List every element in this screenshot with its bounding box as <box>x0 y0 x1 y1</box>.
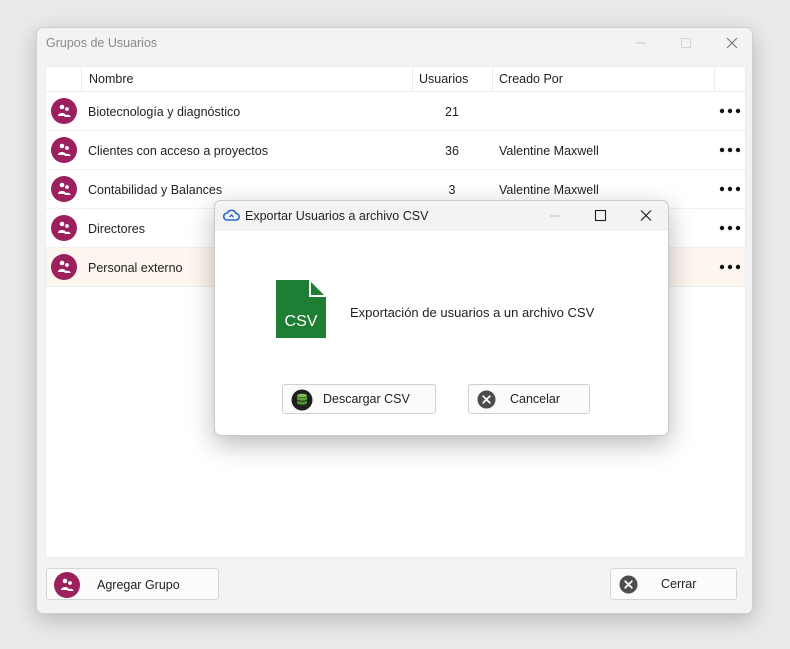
download-csv-label: Descargar CSV <box>323 392 410 406</box>
group-created-by: Valentine Maxwell <box>499 183 599 197</box>
dialog-titlebar: Exportar Usuarios a archivo CSV <box>215 201 668 231</box>
group-users-icon <box>54 572 80 598</box>
group-name: Biotecnología y diagnóstico <box>88 105 241 119</box>
group-name: Contabilidad y Balances <box>88 183 223 197</box>
group-created-by: Valentine Maxwell <box>499 144 599 158</box>
close-circle-icon <box>477 390 496 412</box>
group-users-icon <box>51 254 77 280</box>
window-titlebar: Grupos de Usuarios <box>37 28 752 58</box>
download-csv-button[interactable]: Descargar CSV <box>282 384 436 414</box>
table-row[interactable]: Clientes con acceso a proyectos 36 Valen… <box>46 131 745 170</box>
cancel-label: Cancelar <box>510 392 561 406</box>
close-icon <box>640 210 652 221</box>
table-header: Nombre Usuarios Creado Por <box>46 67 745 92</box>
minimize-icon <box>550 215 560 217</box>
dialog-minimize-button[interactable] <box>545 208 565 227</box>
column-header-users[interactable]: Usuarios <box>419 72 468 86</box>
dialog-close-button[interactable] <box>636 208 656 227</box>
group-users-icon <box>51 176 77 202</box>
group-name: Directores <box>88 222 145 236</box>
group-users-icon <box>51 137 77 163</box>
database-icon <box>291 389 313 414</box>
add-group-button[interactable]: Agregar Grupo <box>46 568 219 600</box>
maximize-button[interactable] <box>675 34 697 52</box>
close-button[interactable]: Cerrar <box>610 568 737 600</box>
column-separator <box>81 67 82 91</box>
cancel-button[interactable]: Cancelar <box>468 384 590 414</box>
more-dots-icon[interactable] <box>718 178 742 200</box>
csv-file-icon: CSV <box>275 279 327 342</box>
close-label: Cerrar <box>661 577 697 591</box>
add-group-label: Agregar Grupo <box>97 578 180 592</box>
column-separator <box>492 67 493 91</box>
window-close-button[interactable] <box>721 34 743 52</box>
column-header-name[interactable]: Nombre <box>89 72 133 86</box>
group-users-icon <box>51 215 77 241</box>
more-dots-icon[interactable] <box>718 139 742 161</box>
close-icon <box>726 37 738 49</box>
group-users-icon <box>51 98 77 124</box>
column-header-created-by[interactable]: Creado Por <box>499 72 563 86</box>
minimize-icon <box>636 42 646 44</box>
export-csv-dialog: Exportar Usuarios a archivo CSV CSV Expo… <box>214 200 669 436</box>
minimize-button[interactable] <box>630 34 652 52</box>
dialog-message: Exportación de usuarios a un archivo CSV <box>350 305 595 320</box>
column-separator <box>714 67 715 91</box>
column-separator <box>412 67 413 91</box>
dialog-title: Exportar Usuarios a archivo CSV <box>245 209 429 223</box>
window-title: Grupos de Usuarios <box>46 36 158 50</box>
cloud-sync-icon <box>222 208 240 225</box>
close-circle-icon <box>619 575 638 597</box>
more-dots-icon[interactable] <box>718 100 742 122</box>
group-name: Personal externo <box>88 261 183 275</box>
csv-file-icon-text: CSV <box>285 313 318 330</box>
more-dots-icon[interactable] <box>718 256 742 278</box>
maximize-icon <box>594 209 607 222</box>
table-row[interactable]: Biotecnología y diagnóstico 21 <box>46 92 745 131</box>
more-dots-icon[interactable] <box>718 217 742 239</box>
maximize-icon <box>681 38 691 48</box>
group-name: Clientes con acceso a proyectos <box>88 144 268 158</box>
group-user-count: 36 <box>445 144 459 158</box>
dialog-maximize-button[interactable] <box>590 208 610 227</box>
group-user-count: 21 <box>445 105 459 119</box>
group-user-count: 3 <box>448 183 456 197</box>
